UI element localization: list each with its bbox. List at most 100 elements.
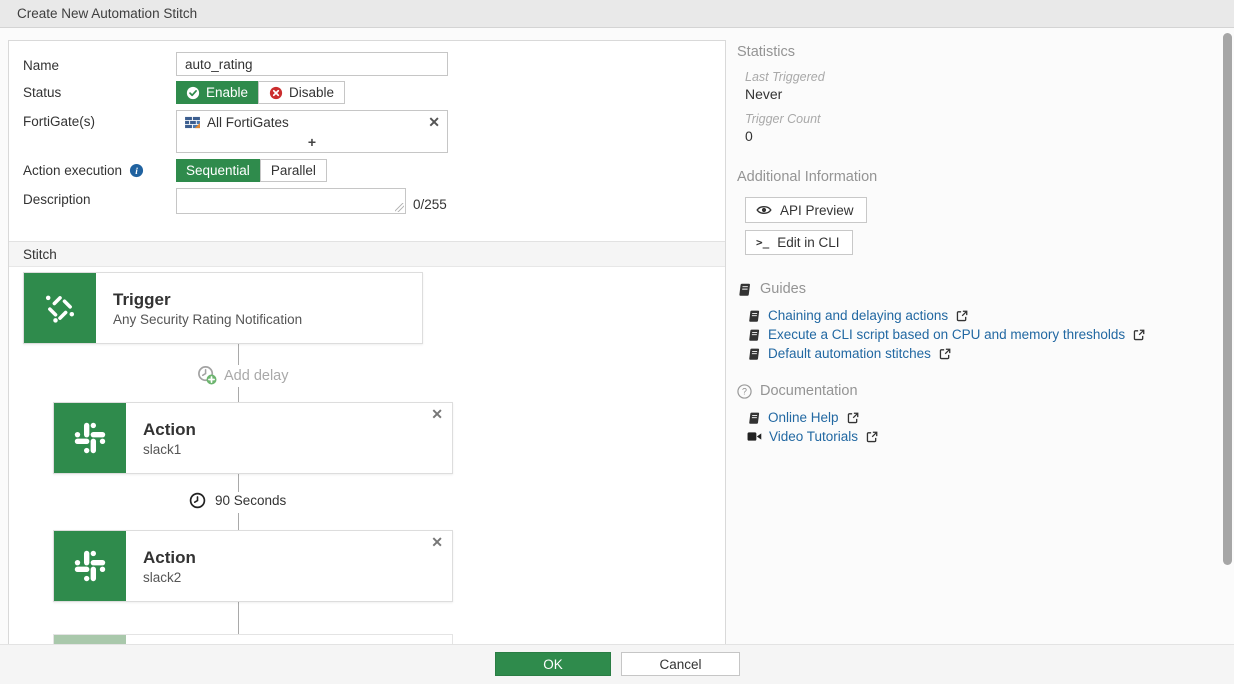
x-circle-icon: [269, 86, 283, 100]
parallel-label: Parallel: [271, 163, 316, 178]
question-circle-icon: ?: [737, 384, 752, 399]
trigger-title: Trigger: [113, 290, 302, 310]
guides-header: Guides: [737, 281, 1215, 297]
statistics-title: Statistics: [737, 44, 1215, 60]
status-label: Status: [23, 85, 61, 100]
guide-link-row: Default automation stitches: [747, 346, 1215, 361]
fortigates-label: FortiGate(s): [23, 114, 95, 129]
guide-link-row: Execute a CLI script based on CPU and me…: [747, 327, 1215, 342]
doc-link[interactable]: Video Tutorials: [769, 429, 858, 444]
video-icon: [747, 430, 762, 443]
eye-icon: [756, 202, 772, 218]
book-icon: [747, 309, 761, 323]
guide-link[interactable]: Chaining and delaying actions: [768, 308, 948, 323]
connector-line: [238, 513, 239, 530]
action-title: Action: [143, 420, 196, 440]
guides-title: Guides: [760, 281, 806, 297]
action-card[interactable]: Action slack1 ✕: [53, 402, 453, 474]
guide-link[interactable]: Execute a CLI script based on CPU and me…: [768, 327, 1125, 342]
parallel-button[interactable]: Parallel: [260, 159, 327, 182]
last-triggered-label: Last Triggered: [745, 70, 1215, 84]
description-char-counter: 0/255: [413, 197, 447, 212]
fortigates-entry[interactable]: All FortiGates ✕: [177, 111, 447, 134]
book-icon: [747, 328, 761, 342]
fortigates-add-button[interactable]: +: [177, 134, 447, 151]
edit-in-cli-label: Edit in CLI: [777, 235, 839, 250]
sequential-button[interactable]: Sequential: [176, 159, 260, 182]
book-icon: [747, 411, 761, 425]
name-label: Name: [23, 58, 59, 73]
connector-line: [238, 344, 239, 365]
stitch-section-header: Stitch: [9, 241, 725, 267]
trigger-subtitle: Any Security Rating Notification: [113, 312, 302, 327]
dialog-titlebar: Create New Automation Stitch: [0, 0, 1234, 28]
action-icon-area: [54, 403, 126, 473]
status-enable-label: Enable: [206, 85, 248, 100]
connector-line: [238, 474, 239, 492]
action-title: Action: [143, 548, 196, 568]
action-execution-toggle: Sequential Parallel: [176, 159, 327, 182]
add-delay-label: Add delay: [224, 368, 289, 384]
info-icon[interactable]: i: [129, 163, 144, 178]
book-icon: [747, 347, 761, 361]
add-delay-clock-icon: [197, 365, 218, 386]
dialog-footer: OK Cancel: [0, 644, 1234, 684]
documentation-title: Documentation: [760, 383, 858, 399]
delay-indicator[interactable]: 90 Seconds: [189, 492, 286, 509]
slack-icon: [71, 419, 109, 457]
resize-grip-icon[interactable]: [395, 203, 404, 212]
external-link-icon: [938, 347, 952, 361]
delay-value-label: 90 Seconds: [215, 493, 286, 508]
description-textarea[interactable]: [176, 188, 406, 214]
additional-info-title: Additional Information: [737, 169, 1215, 185]
slack-icon: [71, 547, 109, 585]
check-circle-icon: [186, 86, 200, 100]
external-link-icon: [1132, 328, 1146, 342]
page-title: Create New Automation Stitch: [17, 6, 197, 21]
add-delay-button[interactable]: Add delay: [197, 365, 289, 386]
action-execution-label: Action execution: [23, 163, 122, 178]
status-disable-label: Disable: [289, 85, 334, 100]
doc-link-row: Online Help: [747, 410, 1215, 425]
stitch-form-panel: Name Status Enable Disable FortiGate(s): [8, 40, 726, 650]
action-subtitle: slack2: [143, 570, 196, 585]
trigger-card[interactable]: Trigger Any Security Rating Notification: [23, 272, 423, 344]
remove-action-icon[interactable]: ✕: [431, 406, 443, 423]
trigger-count-label: Trigger Count: [745, 112, 1215, 126]
stitch-section-title: Stitch: [23, 247, 57, 262]
cancel-button[interactable]: Cancel: [621, 652, 740, 676]
edit-in-cli-button[interactable]: >_ Edit in CLI: [745, 230, 853, 255]
sequential-label: Sequential: [186, 163, 250, 178]
delay-clock-icon: [189, 492, 206, 509]
trigger-icon-area: [24, 273, 96, 343]
svg-text:?: ?: [742, 386, 747, 396]
book-icon: [737, 282, 752, 297]
external-link-icon: [846, 411, 860, 425]
action-card-body: Action slack1: [126, 403, 196, 473]
status-disable-button[interactable]: Disable: [258, 81, 345, 104]
api-preview-button[interactable]: API Preview: [745, 197, 867, 223]
status-enable-button[interactable]: Enable: [176, 81, 258, 104]
external-link-icon: [865, 430, 879, 444]
guide-link[interactable]: Default automation stitches: [768, 346, 931, 361]
ok-button[interactable]: OK: [495, 652, 611, 676]
info-sidebar: Statistics Last Triggered Never Trigger …: [737, 40, 1215, 448]
doc-link[interactable]: Online Help: [768, 410, 839, 425]
terminal-icon: >_: [756, 236, 769, 249]
last-triggered-value: Never: [745, 86, 1215, 102]
status-toggle: Enable Disable: [176, 81, 345, 104]
fortigate-icon: [184, 116, 201, 129]
api-preview-label: API Preview: [780, 203, 854, 218]
svg-text:i: i: [135, 167, 138, 177]
name-input[interactable]: [176, 52, 448, 76]
action-card-body: Action slack2: [126, 531, 196, 601]
scrollbar-thumb[interactable]: [1223, 33, 1232, 565]
fortigates-remove-icon[interactable]: ✕: [428, 114, 440, 131]
action-card[interactable]: Action slack2 ✕: [53, 530, 453, 602]
fortigates-field: All FortiGates ✕ +: [176, 110, 448, 153]
remove-action-icon[interactable]: ✕: [431, 534, 443, 551]
fortigates-entry-label: All FortiGates: [207, 115, 289, 130]
documentation-header: ? Documentation: [737, 383, 1215, 399]
trigger-count-value: 0: [745, 128, 1215, 144]
connector-line: [238, 387, 239, 402]
